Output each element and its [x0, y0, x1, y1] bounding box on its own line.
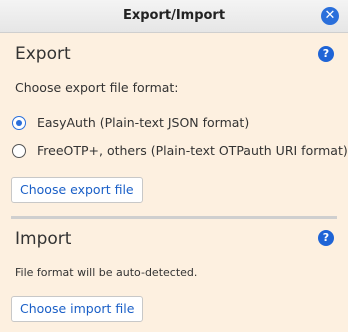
title-bar: Export/Import ✕ [0, 0, 348, 33]
radio-easyauth-indicator[interactable] [12, 116, 26, 130]
dialog-title: Export/Import [122, 8, 226, 23]
close-icon[interactable]: ✕ [321, 7, 339, 25]
import-format-note: File format will be auto-detected. [15, 266, 198, 279]
radio-freeotp-indicator[interactable] [12, 144, 26, 158]
choose-import-file-button[interactable]: Choose import file [11, 296, 144, 322]
section-divider [11, 216, 337, 219]
import-section-title: Import [15, 229, 72, 249]
export-help-icon[interactable]: ? [318, 46, 334, 62]
choose-export-file-button[interactable]: Choose export file [11, 177, 143, 203]
import-help-icon[interactable]: ? [318, 230, 334, 246]
export-format-prompt: Choose export file format: [15, 80, 179, 95]
radio-freeotp-label: FreeOTP+, others (Plain-text OTPauth URI… [37, 143, 348, 158]
radio-easyauth-label: EasyAuth (Plain-text JSON format) [37, 115, 250, 130]
export-section-title: Export [15, 44, 71, 64]
export-import-dialog: Export/Import ✕ Export ? Choose export f… [0, 0, 348, 332]
